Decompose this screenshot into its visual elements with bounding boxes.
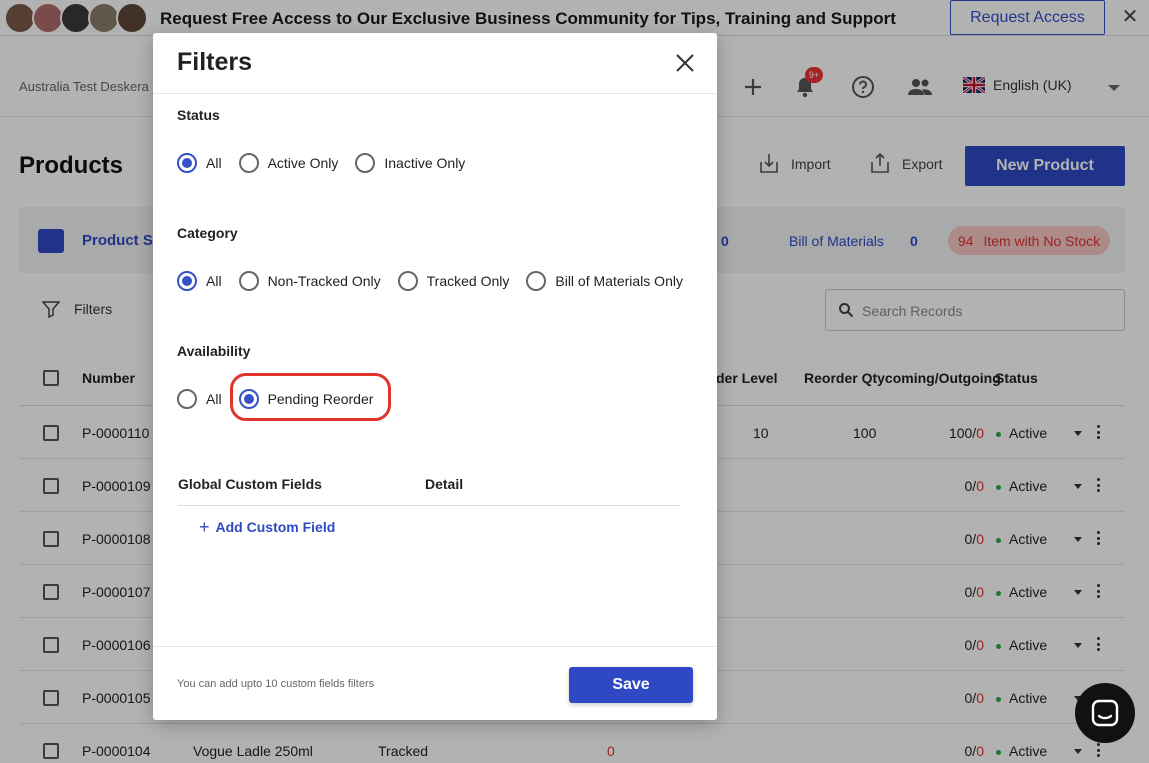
radio-label: Inactive Only: [384, 155, 466, 171]
radio-label: All: [206, 391, 222, 407]
radio-label: Active Only: [267, 155, 339, 171]
radio-label: Bill of Materials Only: [555, 273, 683, 289]
status-label: Status: [177, 107, 220, 123]
category-option-tracked-only[interactable]: Tracked Only: [397, 271, 510, 291]
category-radio-group: All Non-Tracked Only Tracked Only Bill of M…: [177, 271, 700, 291]
availability-label: Availability: [177, 343, 251, 359]
category-option-bill-of-materials-only[interactable]: Bill of Materials Only: [526, 271, 683, 291]
dialog-footer: You can add upto 10 custom fields filter…: [153, 646, 717, 720]
radio-button[interactable]: [238, 271, 259, 291]
radio-button[interactable]: [177, 389, 197, 409]
filters-dialog: Filters Status All Active Only Inactive On…: [153, 33, 717, 720]
close-icon[interactable]: [671, 49, 699, 77]
radio-label: All: [206, 273, 222, 289]
status-option-all[interactable]: All: [177, 153, 222, 173]
add-custom-field-button[interactable]: + Add Custom Field: [199, 517, 336, 537]
status-option-inactive-only[interactable]: Inactive Only: [355, 153, 465, 173]
save-button[interactable]: Save: [569, 667, 693, 703]
footer-note: You can add upto 10 custom fields filter…: [177, 678, 375, 690]
availability-option-all[interactable]: All: [177, 389, 222, 409]
radio-label: Tracked Only: [426, 273, 510, 289]
detail-column: Detail: [425, 476, 464, 492]
chat-icon: [1091, 699, 1119, 727]
category-option-non-tracked-only[interactable]: Non-Tracked Only: [238, 271, 381, 291]
radio-button[interactable]: [526, 271, 547, 291]
category-label: Category: [177, 225, 238, 241]
radio-button[interactable]: [238, 153, 259, 173]
radio-button[interactable]: [397, 271, 418, 291]
radio-label: Non-Tracked Only: [267, 273, 381, 289]
radio-button[interactable]: [177, 153, 197, 173]
category-option-all[interactable]: All: [177, 271, 222, 291]
radio-label: All: [206, 155, 222, 171]
add-custom-field-label: Add Custom Field: [215, 519, 336, 535]
highlight-annotation: [230, 373, 391, 421]
custom-fields-header: Global Custom Fields Detail: [178, 476, 680, 506]
radio-button[interactable]: [355, 153, 376, 173]
radio-button[interactable]: [177, 271, 197, 291]
status-radio-group: All Active Only Inactive Only: [177, 153, 482, 173]
chat-launcher-button[interactable]: [1075, 683, 1135, 743]
status-option-active-only[interactable]: Active Only: [238, 153, 339, 173]
dialog-header: Filters: [153, 33, 717, 94]
custom-fields-column: Global Custom Fields: [178, 476, 322, 492]
dialog-title: Filters: [177, 48, 253, 76]
plus-icon: +: [199, 517, 210, 537]
